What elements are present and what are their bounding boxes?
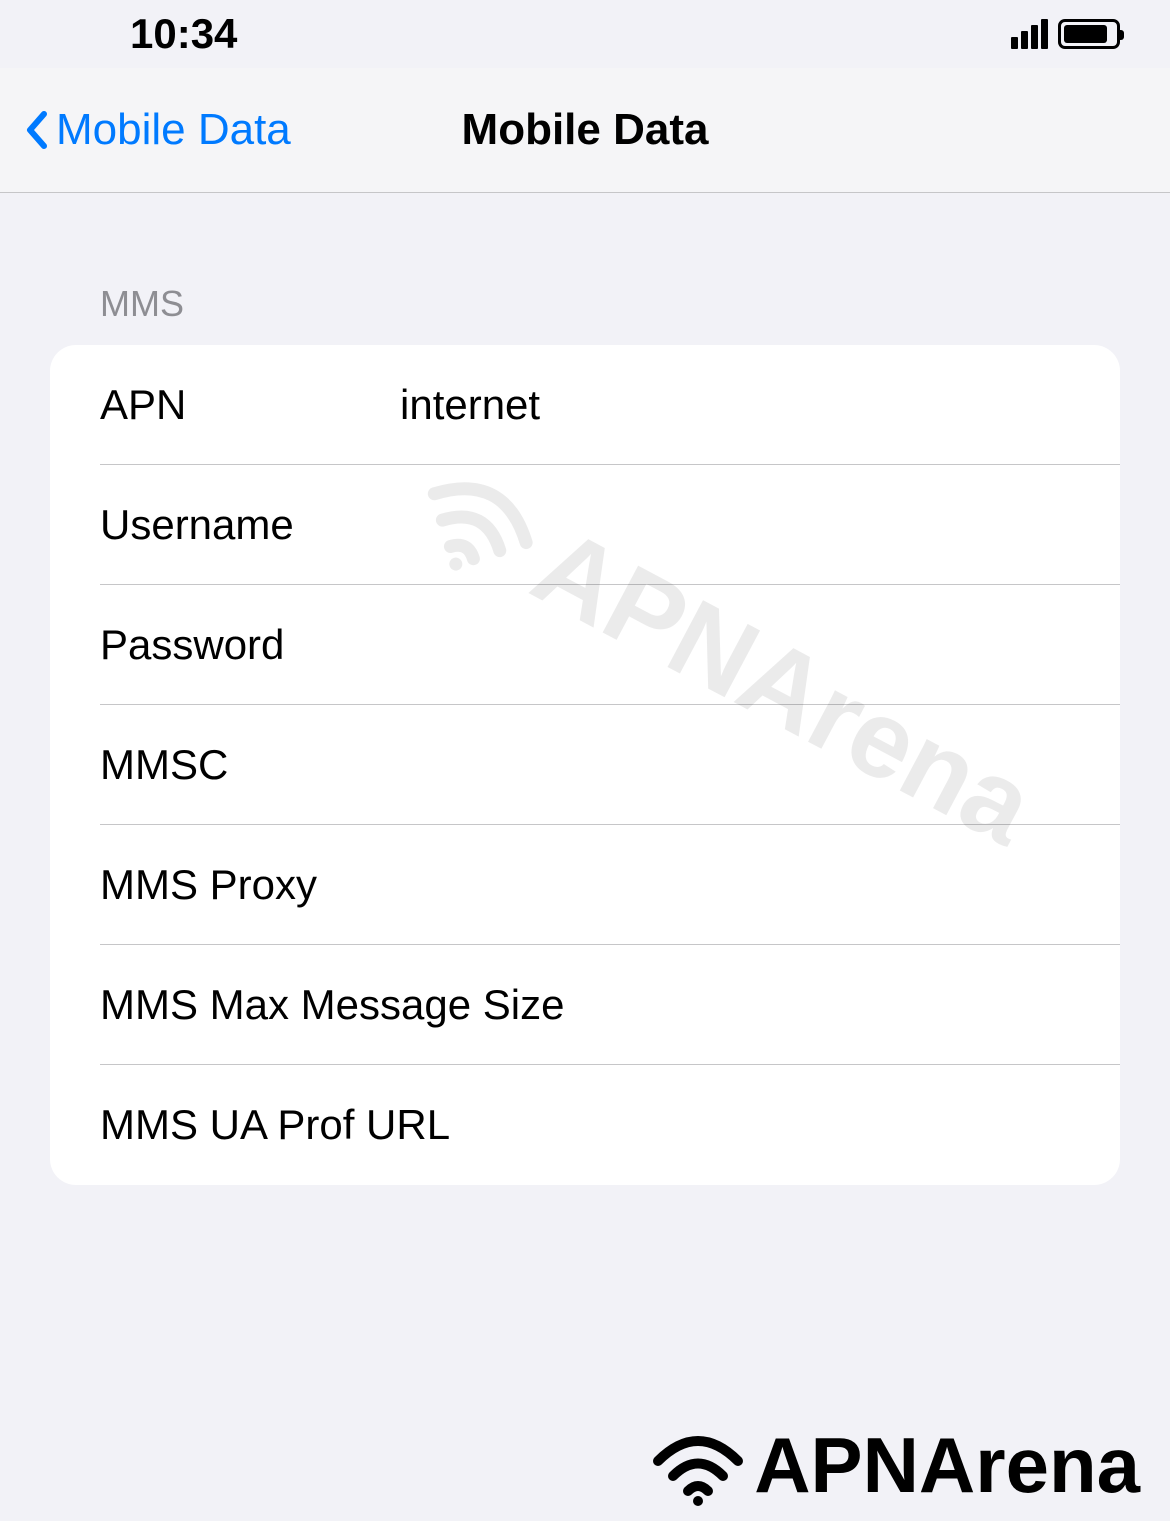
settings-group-mms: APN Username Password MMSC MMS Proxy MMS…	[50, 345, 1120, 1185]
section-header-mms: MMS	[50, 193, 1120, 345]
back-button[interactable]: Mobile Data	[0, 105, 291, 155]
status-bar: 10:34	[0, 0, 1170, 68]
row-password[interactable]: Password	[50, 585, 1120, 705]
input-mms-proxy[interactable]	[400, 861, 1070, 909]
content: MMS APN Username Password MMSC MMS Proxy…	[0, 193, 1170, 1185]
status-icons	[1011, 19, 1120, 49]
input-mmsc[interactable]	[400, 741, 1070, 789]
row-mms-proxy[interactable]: MMS Proxy	[50, 825, 1120, 945]
row-mmsc[interactable]: MMSC	[50, 705, 1120, 825]
wifi-icon	[648, 1426, 748, 1506]
label-mms-max-size: MMS Max Message Size	[100, 981, 564, 1029]
back-label: Mobile Data	[56, 105, 291, 155]
row-username[interactable]: Username	[50, 465, 1120, 585]
input-password[interactable]	[400, 621, 1070, 669]
row-mms-ua-prof[interactable]: MMS UA Prof URL	[50, 1065, 1120, 1185]
input-mms-ua-prof[interactable]	[450, 1101, 1070, 1149]
nav-bar: Mobile Data Mobile Data	[0, 68, 1170, 193]
battery-icon	[1058, 19, 1120, 49]
status-time: 10:34	[130, 10, 237, 58]
chevron-left-icon	[24, 110, 48, 150]
footer-text: APNArena	[754, 1420, 1140, 1511]
label-username: Username	[100, 501, 400, 549]
footer-logo: APNArena	[648, 1420, 1140, 1511]
page-title: Mobile Data	[462, 105, 709, 155]
label-mmsc: MMSC	[100, 741, 400, 789]
row-apn[interactable]: APN	[50, 345, 1120, 465]
input-mms-max-size[interactable]	[564, 981, 1105, 1029]
label-mms-proxy: MMS Proxy	[100, 861, 400, 909]
label-apn: APN	[100, 381, 400, 429]
label-password: Password	[100, 621, 400, 669]
row-mms-max-size[interactable]: MMS Max Message Size	[50, 945, 1120, 1065]
input-apn[interactable]	[400, 381, 1070, 429]
label-mms-ua-prof: MMS UA Prof URL	[100, 1101, 450, 1149]
cellular-signal-icon	[1011, 19, 1048, 49]
input-username[interactable]	[400, 501, 1070, 549]
